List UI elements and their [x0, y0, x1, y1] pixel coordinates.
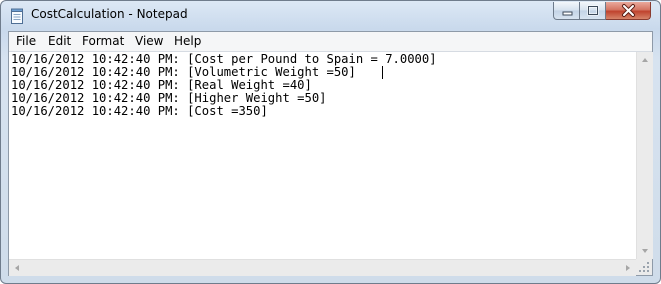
size-grip[interactable]: [636, 259, 652, 275]
menu-view[interactable]: View: [135, 34, 163, 48]
scroll-up-arrow-icon[interactable]: [637, 52, 653, 68]
minimize-icon: [562, 11, 573, 16]
text-editor[interactable]: 10/16/2012 10:42:40 PM: [Cost per Pound …: [9, 52, 636, 259]
scroll-right-arrow-icon[interactable]: [620, 260, 636, 276]
scroll-left-arrow-icon[interactable]: [9, 260, 25, 276]
text-caret: [382, 66, 383, 79]
resize-grip-icon: [639, 262, 649, 272]
client-area: File Edit Format View Help 10/16/2012 10…: [8, 31, 653, 276]
menu-file[interactable]: File: [16, 34, 36, 48]
window-title: CostCalculation - Notepad: [31, 7, 188, 21]
menu-bar: File Edit Format View Help: [9, 32, 652, 52]
scroll-down-arrow-icon[interactable]: [637, 243, 653, 259]
menu-edit[interactable]: Edit: [48, 34, 71, 48]
vertical-scrollbar[interactable]: [636, 52, 653, 259]
close-icon: [622, 4, 635, 17]
title-bar[interactable]: CostCalculation - Notepad: [1, 1, 660, 31]
maximize-icon: [587, 5, 599, 16]
notepad-window: CostCalculation - Notepad File Edit Form…: [0, 0, 661, 284]
close-button[interactable]: [606, 2, 651, 20]
menu-format[interactable]: Format: [82, 34, 124, 48]
menu-help[interactable]: Help: [174, 34, 201, 48]
maximize-button[interactable]: [580, 2, 606, 20]
minimize-button[interactable]: [553, 2, 580, 20]
notepad-icon[interactable]: [10, 8, 24, 24]
text-line: 10/16/2012 10:42:40 PM: [Cost =350]: [11, 104, 268, 118]
horizontal-scrollbar[interactable]: [9, 259, 636, 276]
